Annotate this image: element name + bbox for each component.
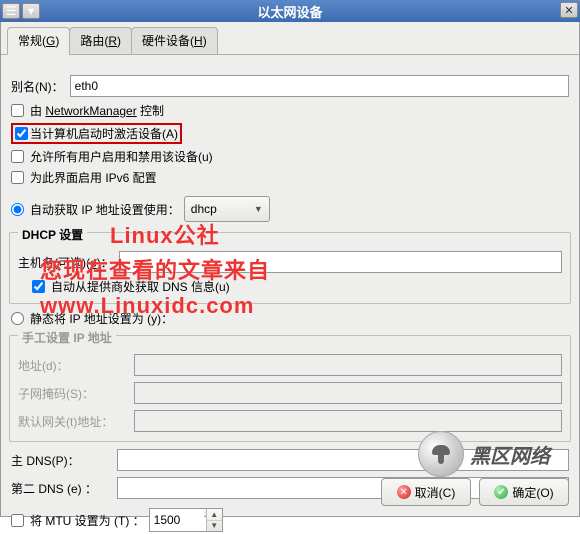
ip-static-label: 静态将 IP 地址设置为 (y)： (30, 310, 173, 327)
mtu-up-icon[interactable]: ▲ (207, 509, 222, 521)
alias-label: 别名(N)： (11, 78, 64, 95)
auto-dns-label: 自动从提供商处获取 DNS 信息(u) (51, 278, 230, 295)
hostname-label: 主机名(可选)(o)： (18, 254, 113, 271)
mtu-input[interactable] (150, 509, 204, 531)
window-title: 以太网设备 (257, 2, 322, 21)
ip-auto-radio[interactable] (11, 203, 24, 216)
primary-dns-label: 主 DNS(P)： (11, 452, 111, 469)
cancel-button[interactable]: ✕ 取消(C) (381, 478, 471, 506)
tab-general[interactable]: 常规(G) (7, 27, 70, 55)
window-menu-button[interactable]: ☰ (2, 3, 20, 19)
primary-dns-input[interactable] (117, 449, 569, 471)
client-area: 常规(G) 路由(R) 硬件设备(H) 别名(N)： 由 NetworkMana… (0, 22, 580, 517)
tab-content: 别名(N)： 由 NetworkManager 控制 当计算机启动时激活设备(A… (7, 72, 573, 468)
mtu-checkbox[interactable] (11, 514, 24, 527)
tab-hardware[interactable]: 硬件设备(H) (131, 27, 218, 55)
titlebar: ☰ ▾ 以太网设备 ✕ (0, 0, 580, 22)
dhcp-group: DHCP 设置 主机名(可选)(o)： 自动从提供商处获取 DNS 信息(u) (9, 232, 571, 304)
static-group-title: 手工设置 IP 地址 (18, 329, 116, 346)
ok-button[interactable]: ✔ 确定(O) (479, 478, 569, 506)
address-input (134, 354, 562, 376)
hostname-input[interactable] (119, 251, 562, 273)
ok-icon: ✔ (494, 485, 508, 499)
gateway-label: 默认网关(t)地址： (18, 413, 128, 430)
allow-all-users-checkbox[interactable] (11, 150, 24, 163)
mtu-label: 将 MTU 设置为 (T) ： (30, 512, 145, 529)
close-icon[interactable]: ✕ (560, 2, 578, 18)
ip-auto-combo-value: dhcp (191, 202, 217, 216)
nm-control-label: 由 NetworkManager 控制 (30, 102, 164, 119)
ip-auto-label: 自动获取 IP 地址设置使用： (30, 201, 180, 218)
netmask-input (134, 382, 562, 404)
static-group: 手工设置 IP 地址 地址(d)： 子网掩码(S)： 默认网关(t)地址： (9, 335, 571, 442)
secondary-dns-label: 第二 DNS (e) ： (11, 480, 111, 497)
tab-bar: 常规(G) 路由(R) 硬件设备(H) (1, 22, 579, 55)
allow-all-users-label: 允许所有用户启用和禁用该设备(u) (30, 148, 213, 165)
activate-highlight: 当计算机启动时激活设备(A) (11, 123, 182, 144)
cancel-icon: ✕ (397, 485, 411, 499)
activate-on-boot-label: 当计算机启动时激活设备(A) (30, 125, 178, 142)
dhcp-group-title: DHCP 设置 (18, 226, 87, 243)
activate-on-boot-checkbox[interactable] (15, 127, 28, 140)
alias-input[interactable] (70, 75, 569, 97)
auto-dns-checkbox[interactable] (32, 280, 45, 293)
nm-control-checkbox[interactable] (11, 104, 24, 117)
enable-ipv6-checkbox[interactable] (11, 171, 24, 184)
mtu-down-icon[interactable]: ▼ (207, 521, 222, 532)
address-label: 地址(d)： (18, 357, 128, 374)
gateway-input (134, 410, 562, 432)
ok-button-label: 确定(O) (512, 484, 553, 501)
enable-ipv6-label: 为此界面启用 IPv6 配置 (30, 169, 157, 186)
button-row: ✕ 取消(C) ✔ 确定(O) (381, 478, 569, 506)
tab-route[interactable]: 路由(R) (69, 27, 132, 55)
netmask-label: 子网掩码(S)： (18, 385, 128, 402)
chevron-down-icon: ▼ (254, 204, 263, 214)
mtu-spin[interactable]: ▲ ▼ (149, 508, 223, 532)
ip-auto-combo[interactable]: dhcp ▼ (184, 196, 270, 222)
cancel-button-label: 取消(C) (415, 484, 456, 501)
ip-static-radio[interactable] (11, 312, 24, 325)
window-shade-button[interactable]: ▾ (22, 3, 40, 19)
